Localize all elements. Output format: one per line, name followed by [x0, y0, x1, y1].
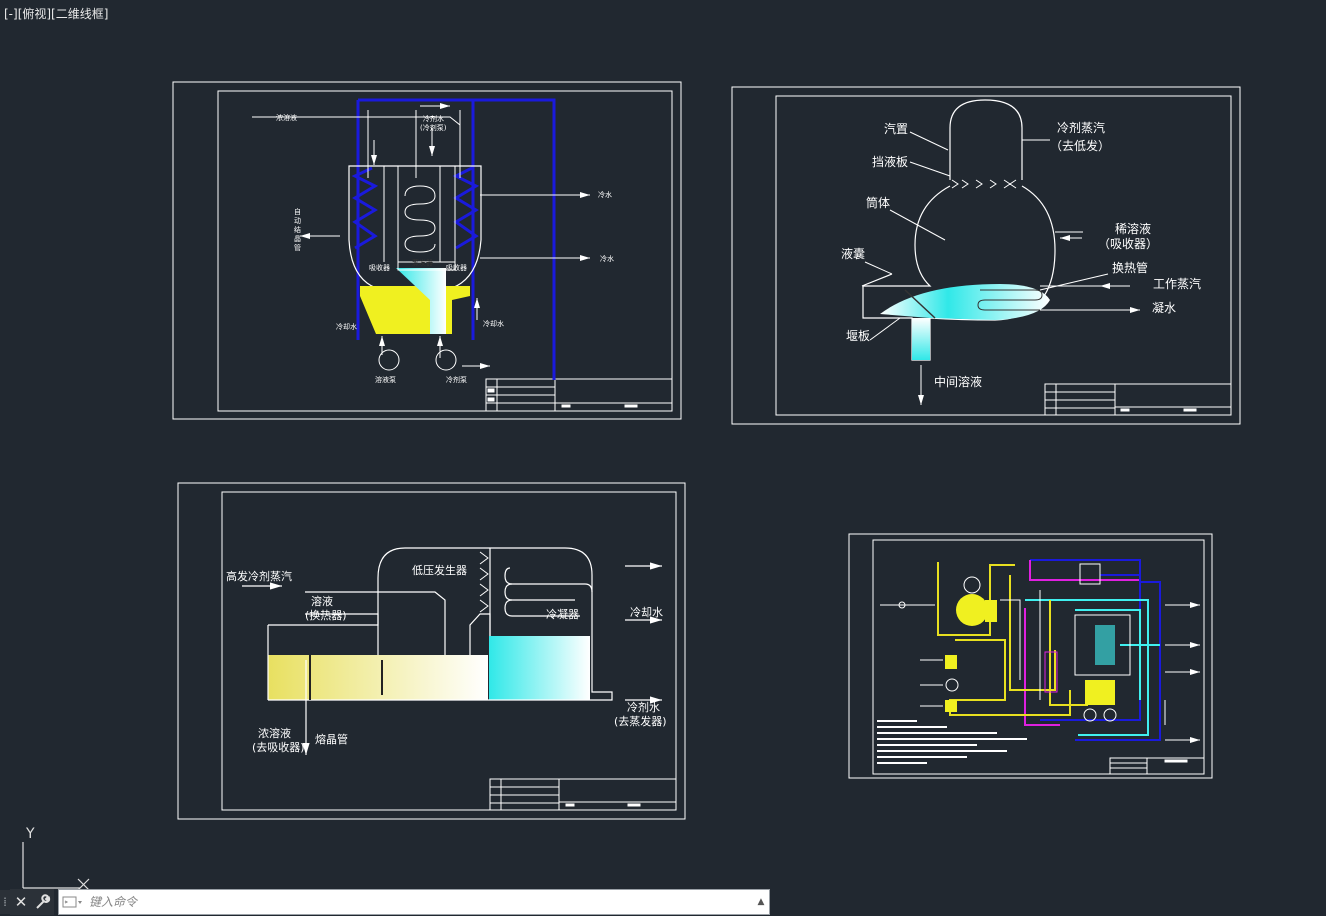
d2-label-baffle: 挡液板 [872, 154, 908, 169]
d2-label-intermediate: 中间溶液 [934, 374, 982, 389]
d1-label-refrigerant-pump-note: (冷剂泵) [420, 123, 447, 132]
d1-label-auto-2: 动 [294, 216, 301, 225]
d1-label-cooling-left: 冷却水 [336, 322, 357, 331]
d3-label-high-gen-vapor: 高发冷剂蒸汽 [226, 569, 292, 583]
d1-label-cold-water-1: 冷水 [598, 190, 612, 199]
command-input[interactable] [87, 894, 753, 910]
d1-label-auto-5: 管 [294, 243, 301, 252]
wrench-icon[interactable] [32, 889, 54, 915]
d1-label-absorber-right: 吸收器 [446, 263, 467, 272]
title-block-1 [485, 378, 673, 412]
d2-label-sump: 液囊 [841, 246, 865, 261]
d2-label-from-absorber: （吸收器） [1098, 237, 1158, 251]
d2-label-condensate: 凝水 [1152, 300, 1176, 315]
command-prompt-icon[interactable] [59, 892, 87, 912]
d1-label-evaporator: 蒸发器 [412, 258, 433, 267]
d3-label-low-pressure-gen: 低压发生器 [412, 563, 467, 577]
drawing-canvas[interactable]: 浓溶液 冷剂水 (冷剂泵) 自 动 结 晶 管 吸收器 蒸发器 吸收器 冷水 冷… [0, 0, 1326, 916]
d1-label-concentrated: 浓溶液 [276, 113, 297, 122]
d3-label-to-absorber: (去吸收器) [252, 740, 305, 754]
d1-label-refrigerant-pump: 冷剂泵 [446, 375, 467, 384]
drawing-1-absorber-evaporator[interactable]: 浓溶液 冷剂水 (冷剂泵) 自 动 结 晶 管 吸收器 蒸发器 吸收器 冷水 冷… [172, 81, 682, 420]
drawing-2-generator[interactable]: 汽置 挡液板 筒体 液囊 堰板 冷剂蒸汽 （去低发） 稀溶液 （吸收器） 换热管… [731, 86, 1241, 425]
ucs-y-label: Y [25, 826, 35, 842]
d1-label-absorber-left: 吸收器 [369, 263, 390, 272]
d1-label-solution-pump: 溶液泵 [375, 375, 396, 384]
command-bar-grip[interactable]: ⁞ [0, 890, 10, 914]
d2-label-to-low-gen: （去低发） [1050, 138, 1110, 153]
d3-label-cooling-water: 冷却水 [630, 606, 663, 619]
d1-label-refrigerant-water: 冷剂水 [423, 114, 444, 123]
command-input-container[interactable]: ▲ [58, 889, 770, 915]
command-history-up-icon[interactable]: ▲ [753, 897, 769, 907]
d1-label-cooling-right: 冷却水 [483, 319, 504, 328]
d1-label-auto-3: 结 [294, 225, 301, 234]
title-block-2 [1044, 383, 1232, 416]
title-block-3 [489, 778, 677, 811]
d1-label-cold-water-2: 冷水 [600, 254, 614, 263]
d2-label-heat-tube: 换热管 [1112, 260, 1148, 275]
command-bar: ⁞ ✕ ▲ [0, 888, 770, 916]
d2-label-weir: 堰板 [846, 329, 870, 343]
d3-label-to-evaporator: (去蒸发器) [614, 714, 667, 728]
d2-label-refrigerant-vapor: 冷剂蒸汽 [1057, 120, 1105, 135]
close-icon[interactable]: ✕ [10, 889, 32, 915]
d2-label-working-steam: 工作蒸汽 [1153, 276, 1201, 291]
drawing-4-system-schematic[interactable] [848, 533, 1213, 779]
d2-label-steam-drum: 汽置 [884, 121, 908, 136]
drawing-3-low-gen-condenser[interactable]: 高发冷剂蒸汽 溶液 (换热器) 低压发生器 冷凝器 冷却水 冷剂水 (去蒸发器)… [177, 482, 686, 820]
schematic-notes [877, 720, 1027, 764]
d3-label-concentrated: 浓溶液 [258, 726, 291, 740]
d1-label-auto-4: 晶 [294, 235, 301, 243]
d3-label-heat-exchanger: (换热器) [305, 608, 347, 622]
title-block-4 [1109, 757, 1205, 775]
d2-label-shell: 筒体 [866, 195, 890, 210]
d3-label-condenser: 冷凝器 [546, 607, 579, 621]
d3-label-solution: 溶液 [311, 594, 333, 608]
d3-label-refrigerant-water: 冷剂水 [627, 700, 660, 714]
d1-label-auto-1: 自 [294, 207, 301, 216]
d3-label-crystal-tube: 熔晶管 [315, 732, 348, 746]
ucs-icon [22, 842, 90, 891]
d2-label-dilute: 稀溶液 [1115, 221, 1151, 236]
